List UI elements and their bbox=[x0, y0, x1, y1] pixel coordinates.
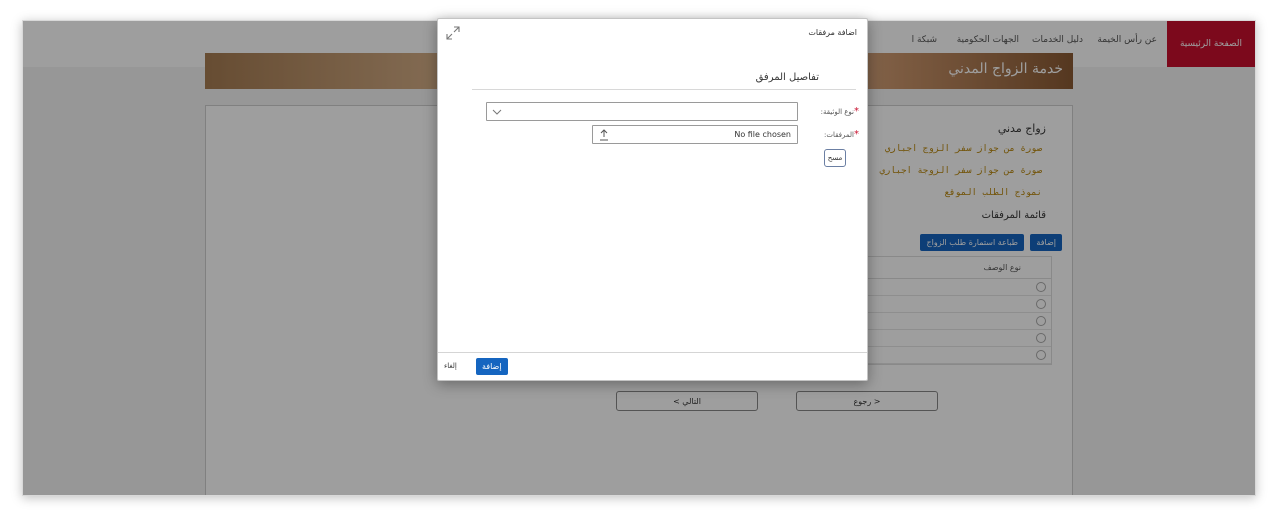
add-attachments-dialog: اضافة مرفقات تفاصيل المرفق *نوع الوثيقة:… bbox=[437, 18, 868, 381]
doc-type-label: *نوع الوثيقة: bbox=[821, 106, 859, 117]
file-input-status: No file chosen bbox=[734, 130, 791, 139]
doc-type-label-text: نوع الوثيقة: bbox=[820, 108, 854, 116]
required-star: * bbox=[854, 106, 859, 117]
doc-type-select[interactable] bbox=[486, 102, 798, 121]
dialog-cancel-button[interactable]: إلغاء bbox=[444, 362, 457, 370]
dialog-header: اضافة مرفقات bbox=[438, 19, 867, 47]
required-star: * bbox=[854, 129, 859, 140]
file-input[interactable]: No file chosen bbox=[592, 125, 798, 144]
dialog-add-button[interactable]: إضافة bbox=[476, 358, 508, 375]
dialog-footer: إضافة إلغاء bbox=[438, 352, 867, 380]
clear-button[interactable]: مسح bbox=[824, 149, 846, 167]
chevron-down-icon bbox=[492, 109, 502, 115]
attachment-details-title: تفاصيل المرفق bbox=[755, 72, 819, 83]
dialog-title: اضافة مرفقات bbox=[808, 28, 857, 37]
attachments-label-text: المرفقات: bbox=[824, 131, 854, 139]
section-divider bbox=[472, 89, 856, 90]
upload-icon bbox=[600, 129, 608, 141]
expand-icon[interactable] bbox=[446, 26, 460, 40]
attachments-label: *المرفقات: bbox=[824, 129, 859, 140]
